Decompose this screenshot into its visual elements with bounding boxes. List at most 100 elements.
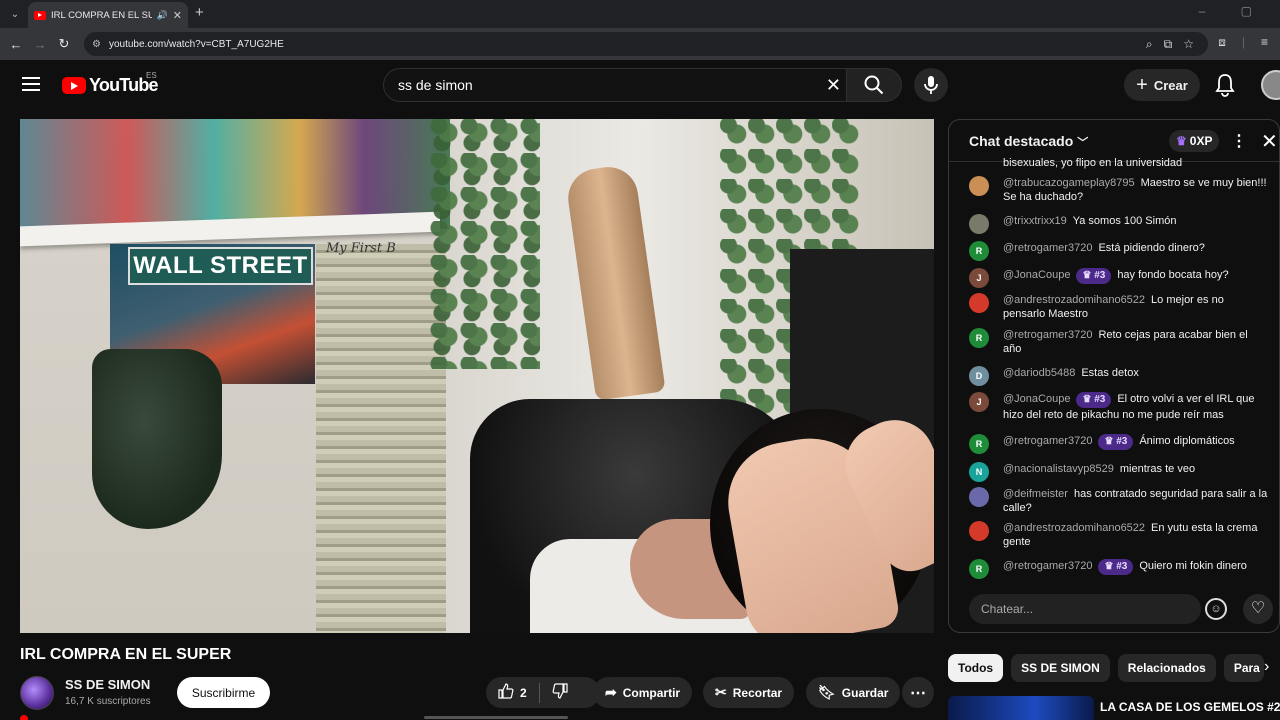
message-author[interactable]: @retrogamer3720 [1003,242,1092,254]
back-icon[interactable]: ← [4,37,28,52]
search-button[interactable] [846,68,902,102]
video-poster-text: WALL STREET [128,247,313,285]
account-avatar[interactable] [1261,70,1280,100]
chip-all[interactable]: Todos [948,654,1004,682]
member-rank: #3 [1094,270,1106,281]
close-chat-icon[interactable]: ✕ [1261,129,1278,154]
message-author[interactable]: @andrestrozadomihano6522 [1003,294,1145,306]
message-author[interactable]: @trixxtrixx19 [1003,215,1067,227]
clip-button[interactable]: ✂ Recortar [703,677,795,708]
recommended-video[interactable]: LA CASA DE LOS GEMELOS #2 | [948,696,1280,720]
address-bar[interactable]: ⚙ youtube.com/watch?v=CBT_A7UG2HE ⌕ ⧉ ☆ [84,32,1208,56]
message-author[interactable]: @deifmeister [1003,488,1068,500]
chat-input[interactable]: Chatear... [969,594,1201,624]
tab-search-chevron-icon[interactable]: ⌄ [6,5,24,23]
recommended-thumbnail[interactable] [948,696,1094,720]
install-app-icon[interactable]: ⧉ [1164,37,1173,52]
extensions-icon[interactable]: ⧈ [1218,35,1226,50]
channel-avatar[interactable] [20,676,54,710]
chat-message: R @retrogamer3720 ♛ #3 Ánimo diplomáticos [969,434,1269,454]
chevron-right-icon[interactable]: › [1264,658,1269,676]
emoji-icon[interactable]: ☺ [1205,598,1227,620]
page-scrollbar[interactable] [424,716,568,719]
video-title: IRL COMPRA EN EL SUPER [20,646,232,663]
message-author[interactable]: @nacionalistavyp8529 [1003,463,1114,475]
chat-avatar[interactable] [969,214,989,234]
chat-avatar[interactable]: N [969,462,989,482]
chat-avatar[interactable]: J [969,392,989,412]
site-info-icon[interactable]: ⚙ [92,39,101,50]
voice-search-button[interactable] [914,68,948,102]
chat-message: J @JonaCoupe ♛ #3 El otro volvi a ver el I… [969,392,1269,422]
video-scene-vines [430,119,540,369]
message-author[interactable]: @JonaCoupe [1003,269,1070,281]
chat-avatar[interactable] [969,293,989,313]
zoom-icon[interactable]: ⌕ [1146,37,1153,52]
chat-avatar[interactable] [969,487,989,507]
chat-avatar[interactable] [969,176,989,196]
like-button[interactable] [498,683,514,702]
chat-avatar[interactable]: J [969,268,989,288]
forward-icon[interactable]: → [28,37,52,52]
chat-avatar[interactable]: R [969,328,989,348]
chat-message: R @retrogamer3720 Reto cejas para acabar … [969,328,1269,356]
more-options-icon[interactable]: ⋮ [1231,131,1247,151]
message-text: Ánimo diplomáticos [1139,435,1235,447]
recommended-title[interactable]: LA CASA DE LOS GEMELOS #2 | [1100,700,1280,714]
chat-mode-dropdown[interactable]: Chat destacado ﹀ [969,133,1088,150]
tab-title: IRL COMPRA EN EL SUPER [51,9,152,21]
message-text: hay fondo bocata hoy? [1117,269,1229,281]
create-button[interactable]: + Crear [1124,69,1200,101]
chat-avatar[interactable]: R [969,434,989,454]
new-tab-icon[interactable]: + [195,5,204,21]
like-dislike-group: 2 [486,677,600,708]
chat-avatar[interactable]: R [969,559,989,579]
member-badge: ♛ #3 [1076,392,1112,408]
heart-icon[interactable]: ♡ [1243,594,1273,624]
message-author[interactable]: @trabucazogameplay8795 [1003,177,1135,189]
youtube-logo[interactable]: YouTube ES [62,71,159,96]
share-button[interactable]: ➦ Compartir [593,677,693,708]
search-icon [864,75,884,95]
chat-avatar[interactable]: R [969,241,989,261]
member-badge: ♛ #3 [1098,559,1134,575]
media-control-icon[interactable]: ≡ [1261,35,1268,50]
message-author[interactable]: @retrogamer3720 [1003,560,1092,572]
save-button[interactable]: 🔖︎ Guardar [806,677,901,708]
menu-icon[interactable] [22,77,40,91]
more-actions-icon[interactable]: ⋯ [902,677,934,708]
xp-label: 0XP [1189,134,1213,148]
window-controls[interactable]: – ▢ [1199,4,1268,18]
chat-avatar[interactable] [969,521,989,541]
message-author[interactable]: @retrogamer3720 [1003,435,1092,447]
message-author[interactable]: @andrestrozadomihano6522 [1003,522,1145,534]
chat-message: R @retrogamer3720 Está pidiendo dinero? [969,241,1269,261]
message-author[interactable]: @dariodb5488 [1003,367,1075,379]
xp-badge[interactable]: ♛ 0XP [1169,130,1220,152]
bookmark-star-icon[interactable]: ☆ [1183,37,1194,52]
chat-message: D @dariodb5488 Estas detox [969,366,1269,386]
reload-icon[interactable]: ↻ [52,36,76,52]
chat-avatar[interactable]: D [969,366,989,386]
chip-related[interactable]: Relacionados [1117,654,1216,682]
chat-message: N @nacionalistavyp8529 mientras te veo [969,462,1269,482]
chip-channel[interactable]: SS DE SIMON [1011,654,1110,682]
member-rank: #3 [1116,561,1128,572]
video-poster-subtext: My First B [326,241,396,256]
channel-name[interactable]: SS DE SIMON [65,677,150,692]
tab-close-icon[interactable]: ✕ [173,9,182,22]
message-author[interactable]: @retrogamer3720 [1003,329,1092,341]
search-input[interactable]: ss de simon ✕ [383,68,847,102]
chat-message: bisexuales, yo flipo en la universidad [969,156,1269,176]
message-author[interactable]: @JonaCoupe [1003,393,1070,405]
notifications-bell-icon[interactable] [1214,73,1236,97]
browser-tab[interactable]: IRL COMPRA EN EL SUPER 🔊 ✕ [28,2,188,28]
video-player[interactable]: WALL STREET My First B [20,119,934,633]
audio-playing-icon[interactable]: 🔊 [157,10,168,21]
message-text: bisexuales, yo flipo en la universidad [1003,157,1183,169]
chat-message: @trabucazogameplay8795 Maestro se ve muy … [969,176,1269,204]
clear-search-icon[interactable]: ✕ [826,75,841,96]
subscribe-button[interactable]: Suscribirme [177,677,270,708]
chip-for-you[interactable]: Para [1223,654,1264,682]
dislike-button[interactable] [552,683,568,702]
